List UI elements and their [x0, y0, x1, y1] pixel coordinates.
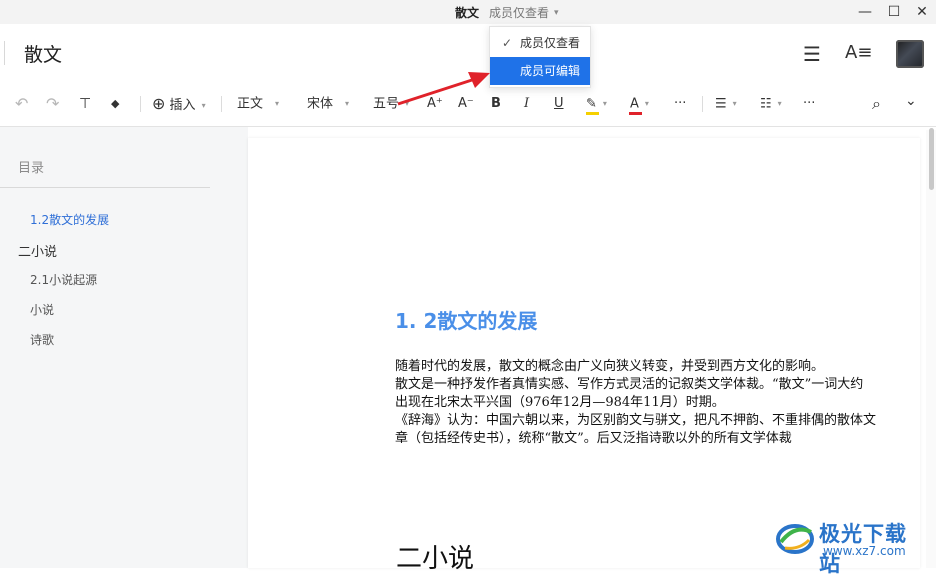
doc-heading-2[interactable]: 二小说: [396, 538, 474, 575]
paragraph-line: 散文是一种抒发作者真情实感、写作方式灵活的记叙类文学体裁。“散文”一词大约: [395, 377, 864, 392]
toc-item[interactable]: 2.1小说起源: [30, 271, 97, 288]
increase-font-icon[interactable]: A⁺: [427, 95, 443, 113]
permission-dropdown: ✓ 成员仅查看 成员可编辑: [489, 26, 591, 88]
watermark-url: www.xz7.com: [823, 544, 906, 558]
doc-heading[interactable]: 1. 2散文的发展: [395, 305, 537, 334]
italic-icon[interactable]: I: [524, 95, 529, 113]
paragraph-line: 出现在北宋太平兴国（976年12月—984年11月）时期。: [395, 395, 725, 410]
chevron-down-icon: ▾: [275, 99, 280, 108]
format-painter-icon[interactable]: ⊤: [79, 95, 91, 113]
font-size-value: 五号: [373, 96, 400, 112]
font-family-value: 宋体: [307, 96, 334, 112]
bullet-list-icon: ☰: [715, 96, 727, 112]
paragraph-style-value: 正文: [237, 96, 264, 112]
chevron-down-icon: ▾: [201, 100, 206, 110]
font-size-select[interactable]: 五号 ▾: [373, 95, 409, 114]
titlebar-doc-name: 散文: [455, 6, 480, 20]
highlight-button[interactable]: ✎ ▾: [586, 95, 607, 114]
font-family-select[interactable]: 宋体 ▾: [307, 95, 349, 114]
toc-title: 目录: [18, 161, 45, 176]
header-divider: [4, 41, 5, 65]
chevron-down-icon: ▾: [644, 99, 649, 108]
highlight-color-swatch: [586, 112, 599, 115]
more-format-icon[interactable]: ···: [674, 95, 686, 113]
eraser-icon[interactable]: ◆: [111, 95, 119, 113]
doc-paragraph[interactable]: 随着时代的发展，散文的概念由广义向狭义转变，并受到西方文化的影响。 散文是一种抒…: [395, 358, 930, 448]
chevron-down-icon: ▾: [777, 99, 782, 108]
font-color-button[interactable]: A ▾: [630, 95, 649, 114]
permission-option-view-label: 成员仅查看: [520, 36, 581, 50]
scrollbar-track[interactable]: [926, 130, 936, 568]
toc-item[interactable]: 二小说: [18, 241, 57, 260]
more-paragraph-icon[interactable]: ···: [803, 95, 815, 113]
paragraph-line: 《辞海》认为：中国六朝以来，为区别韵文与骈文，把凡不押韵、不重排偶的散体文: [395, 413, 877, 428]
permission-option-edit[interactable]: 成员可编辑: [490, 57, 590, 85]
document-title[interactable]: 散文: [24, 40, 62, 67]
paragraph-line: 随着时代的发展，散文的概念由广义向狭义转变，并受到西方文化的影响。: [395, 359, 825, 374]
title-bar: 散文 成员仅查看 ▾ — ☐ ✕: [0, 0, 936, 25]
close-button[interactable]: ✕: [912, 3, 932, 21]
minimize-button[interactable]: —: [855, 3, 875, 21]
paragraph-line: 章（包括经传史书），统称“散文”。后又泛指诗歌以外的所有文学体裁: [395, 431, 792, 446]
chevron-down-icon[interactable]: ⌄: [905, 92, 917, 110]
permission-label[interactable]: 成员仅查看: [489, 4, 549, 21]
bullet-list-button[interactable]: ☰ ▾: [715, 95, 737, 114]
paragraph-style-select[interactable]: 正文 ▾: [237, 95, 279, 114]
chevron-down-icon: ▾: [405, 99, 410, 108]
numbered-list-icon: ☷: [760, 96, 772, 112]
chevron-down-icon: ▾: [602, 99, 607, 108]
toc-item[interactable]: 小说: [30, 301, 54, 318]
toolbar-separator: [140, 96, 141, 112]
formatting-toolbar: ↶ ↷ ⊤ ◆ ⊕ 插入 ▾ 正文 ▾ 宋体 ▾ 五号 ▾ A⁺ A⁻ B I U ✎ ▾…: [0, 82, 936, 127]
toolbar-separator: [702, 96, 703, 112]
font-color-swatch: [629, 112, 642, 115]
document-header: 散文 ☰ A≡: [0, 24, 936, 83]
toc-divider: [0, 187, 210, 188]
insert-button[interactable]: ⊕ 插入 ▾: [152, 95, 206, 115]
underline-icon[interactable]: U: [554, 95, 564, 113]
watermark: 极光下载站 www.xz7.com: [775, 514, 925, 576]
chevron-down-icon: ▾: [345, 99, 350, 108]
redo-icon[interactable]: ↷: [46, 95, 59, 113]
permission-option-edit-label: 成员可编辑: [520, 64, 581, 78]
menu-icon[interactable]: ☰: [803, 42, 821, 66]
insert-plus-icon: ⊕: [152, 94, 166, 113]
chevron-down-icon: ▾: [732, 99, 737, 108]
undo-icon[interactable]: ↶: [15, 95, 28, 113]
check-icon: ✓: [502, 36, 513, 50]
avatar[interactable]: [896, 40, 924, 68]
numbered-list-button[interactable]: ☷ ▾: [760, 95, 782, 114]
maximize-button[interactable]: ☐: [884, 3, 904, 21]
watermark-logo-icon: [776, 524, 814, 554]
insert-label: 插入: [169, 98, 196, 113]
toc-sidebar: 目录 1.2散文的发展 二小说 2.1小说起源 小说 诗歌: [0, 127, 248, 568]
title-permission-switch[interactable]: 散文 成员仅查看 ▾: [455, 4, 559, 21]
toolbar-separator: [221, 96, 222, 112]
bold-icon[interactable]: B: [491, 95, 501, 113]
document-page[interactable]: [248, 138, 920, 568]
font-settings-icon[interactable]: A≡: [845, 42, 872, 63]
toc-item[interactable]: 1.2散文的发展: [30, 211, 109, 228]
search-icon[interactable]: ⌕: [872, 95, 881, 113]
font-color-icon: A: [630, 96, 639, 112]
permission-caret-icon[interactable]: ▾: [554, 8, 559, 18]
toc-item[interactable]: 诗歌: [30, 331, 54, 348]
highlight-icon: ✎: [586, 96, 597, 112]
scrollbar-thumb[interactable]: [929, 128, 934, 190]
decrease-font-icon[interactable]: A⁻: [458, 95, 474, 113]
permission-option-view[interactable]: ✓ 成员仅查看: [490, 29, 590, 57]
